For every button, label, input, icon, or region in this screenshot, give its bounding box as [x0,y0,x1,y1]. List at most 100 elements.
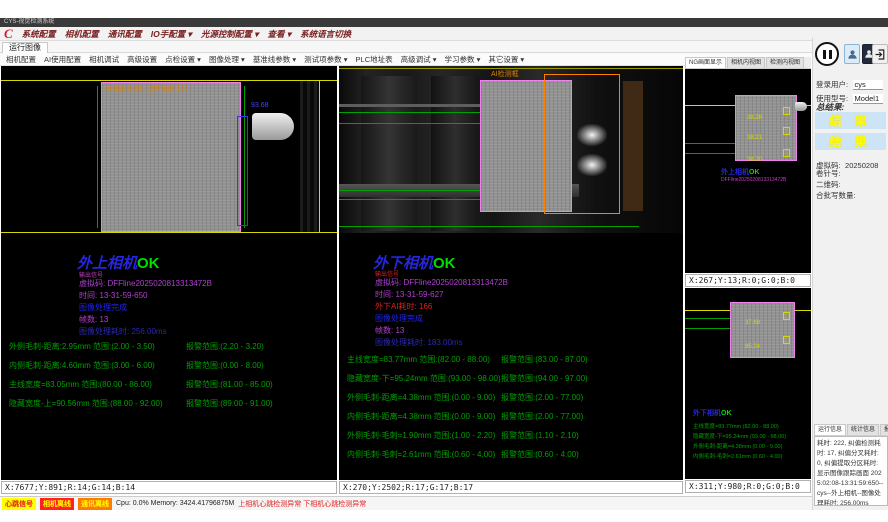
status-badge-1: 相机离线 [40,498,74,510]
frame-count-text: 帧数: 13 [375,325,404,336]
coords-readout-preview-top: X:267;Y:13;R:0;G:0;B:0 [685,274,811,287]
elapsed-text: 图像处理耗时: 183.00ms [375,337,463,348]
measurement-alarm: 报警范围:(89.00 - 91.00) [186,394,273,413]
machine-fixture [623,81,643,211]
menu-language-switch[interactable]: 系统语言切换 [300,28,351,40]
preview-view-upper[interactable]: 38.28 38.21 38.20 外上相机OK DFFline20250208… [685,69,811,273]
measure-mark-label: 38.20 [747,157,762,163]
tool-other-settings[interactable]: 其它设置 ▾ [488,54,524,65]
baseline-line [685,153,735,154]
user-icon [847,48,858,61]
camera-name: 外下相机 [693,410,721,417]
tool-advanced-settings[interactable]: 高级设置 [127,54,157,65]
barcode-text: 虚拟码: DFFline2025020813313472B [79,278,212,289]
roi-line-bottom [1,232,337,233]
result-ok: OK [749,169,760,176]
measure-mark-label: 95.24 [745,344,760,350]
tab-camera-inner-view[interactable]: 相机内视图 [727,57,765,68]
tool-baseline-params[interactable]: 基准线参数 ▾ [253,54,296,65]
vcode-value: 20250208 [845,161,878,170]
machine-post [361,76,417,231]
coords-readout-preview-bottom: X:311;Y:980;R:0;G:0;B:0 [685,480,811,493]
measurement-value: 内侧毛刺-毛刺=2.61mm 范围:(0.60 - 4.00) [347,445,501,464]
tool-camera-config[interactable]: 相机配置 [6,54,36,65]
background-texture [300,81,319,232]
exit-button[interactable] [872,44,888,64]
measure-mark-box [783,127,790,135]
measurement-value: 主线宽度=83.05mm 范围:(80.00 - 86.00) [9,375,186,394]
edge-line-left [97,86,98,228]
measurement-row: 隐藏宽度-下=95.24mm 范围:(93.00 - 98.00) 报警范围:(… [347,369,681,388]
baseline-line [685,318,730,319]
electrode-image [730,302,795,358]
menu-light-config[interactable]: 光源控制配置 ▾ [201,28,259,40]
measure-mark-box [783,149,790,157]
measurement-row: 外侧毛刺-距离=4.38mm 范围:(0.00 - 9.00) 报警范围:(2.… [347,388,681,407]
measure-mark-box [783,312,790,320]
app-logo-icon: C [4,27,13,40]
model-value[interactable]: Model1 [853,94,883,104]
camera-view-lower[interactable]: AI检测框 外下相机OK 输出信号 虚拟码: DFFline2025020813… [339,66,683,480]
reflection-highlight [577,124,607,146]
process-done-text: 图像处理完成 [375,313,423,324]
tool-ai-config[interactable]: AI使用配置 [44,54,81,65]
tab-run-image[interactable]: 运行图像 [2,42,48,53]
tool-advanced-debug[interactable]: 高级调试 ▾ [401,54,437,65]
tab-alarm-info[interactable]: 报警信息 [880,424,888,435]
measurement-alarm: 报警范围:(2.20 - 3.20) [186,337,264,356]
tool-learning-params[interactable]: 学习参数 ▾ [444,54,480,65]
camera-view-upper[interactable]: 纠偏阈值:93, 动态阈值:100 93.68 外上相机OK 输出信号 虚拟码:… [1,66,337,480]
exit-door-icon [874,48,886,61]
menu-system-config[interactable]: 系统配置 [22,28,56,40]
baseline-line [685,143,735,144]
reflection-highlight [577,154,607,176]
tool-spot-check[interactable]: 点检设置 ▾ [165,54,201,65]
ai-box-label: AI检测框 [491,69,519,79]
tab-ng-display[interactable]: NG画面显示 [685,57,726,68]
measurement-row: 主线宽度=83.77mm 范围:(82.00 - 88.00) 报警范围:(83… [347,350,681,369]
menu-camera-config[interactable]: 相机配置 [65,28,99,40]
control-panel: 登录用户: cys 使用型号: Model1 总结果: 结 果 结 果 虚拟码:… [812,38,888,510]
tool-camera-debug[interactable]: 相机调试 [89,54,119,65]
result-ok: OK [721,410,732,417]
baseline-line [339,226,639,227]
roi-line-right [319,80,320,232]
status-badge-2: 通讯离线 [78,498,112,510]
result-text: 结 果 [829,133,871,150]
time-text: 时间: 13-31-59-627 [375,289,443,300]
tool-image-processing[interactable]: 图像处理 ▾ [209,54,245,65]
measurement-value: 隐藏宽度-上=90.56mm 范围:(88.00 - 92.00) [9,394,186,413]
measurement-alarm: 报警范围:(2.00 - 77.00) [501,388,583,407]
measurement-value: 内侧毛刺-距离=4.38mm 范围:(0.00 - 9.00) [347,407,501,426]
menu-comm-config[interactable]: 通讯配置 [108,28,142,40]
tab-run-info[interactable]: 运行信息 [814,424,846,435]
measure-mark-label: 38.21 [747,135,762,141]
preview-result-title: 外下相机OK [693,408,732,418]
preview-measure-row: 外侧毛刺-距离=4.38mm (0.00 - 9.00) [693,442,782,450]
preview-view-lower[interactable]: 37.68 95.24 外下相机OK 主线宽度=83.77mm (82.00 -… [685,288,811,479]
run-info-log[interactable]: 耗时: 222, 纠偏检测耗时: 17, 纠偏分叉耗时: 0, 纠偏提取分区耗时… [814,436,888,506]
menu-view[interactable]: 查看 ▾ [267,28,291,40]
measurement-row: 主线宽度=83.05mm 范围:(80.00 - 86.00) 报警范围:(81… [9,375,335,394]
user-login-button[interactable] [844,44,860,64]
frame-count-text: 帧数: 13 [79,314,108,325]
measurement-row: 外侧毛刺-距离:2.95mm 范围:(2.00 - 3.50) 报警范围:(2.… [9,337,335,356]
pause-button[interactable] [815,42,839,66]
tool-test-params[interactable]: 测试项参数 ▾ [304,54,347,65]
status-bar: 心跳信号 相机离线 通讯离线 Cpu: 0.0% Memory: 3424.41… [0,496,812,510]
menu-io-config[interactable]: IO手配置 ▾ [151,28,192,40]
status-badge-0: 心跳信号 [2,498,36,510]
baseline-line [685,328,730,329]
tab-stats-info[interactable]: 统计信息 [847,424,879,435]
measurement-alarm: 报警范围:(0.60 - 4.00) [501,445,579,464]
result-text: 结 果 [829,112,871,129]
tool-plc-address[interactable]: PLC地址表 [356,54,393,65]
measurement-list: 外侧毛刺-距离:2.95mm 范围:(2.00 - 3.50) 报警范围:(2.… [9,337,335,413]
electrode-image [101,82,241,232]
measurement-alarm: 报警范围:(81.00 - 85.00) [186,375,273,394]
preview-measure-row: 主线宽度=83.77mm (82.00 - 88.00) [693,422,779,430]
result-ok: OK [433,255,456,272]
measurement-alarm: 报警范围:(1.10 - 2.10) [501,426,579,445]
preview-tabs: NG画面显示 相机内视图 检测内视图 [685,57,811,69]
tab-detect-inner-view[interactable]: 检测内视图 [766,57,804,68]
